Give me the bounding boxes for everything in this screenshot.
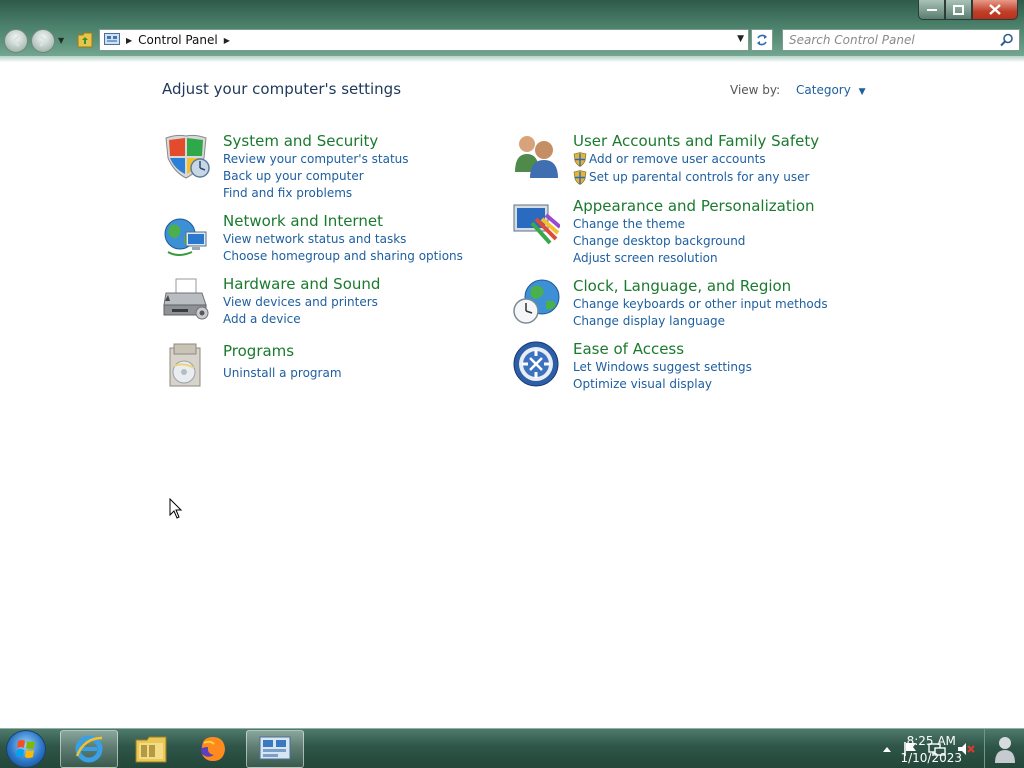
link-label: Add or remove user accounts <box>589 152 766 166</box>
users-icon[interactable] <box>512 132 560 180</box>
search-icon[interactable] <box>1000 33 1014 47</box>
link-review-status[interactable]: Review your computer's status <box>223 152 409 166</box>
category-title[interactable]: Programs <box>223 342 294 360</box>
taskbar-control-panel[interactable] <box>246 730 304 768</box>
internet-explorer-icon <box>75 735 103 763</box>
clock-date: 1/10/2023 <box>900 751 962 765</box>
back-button[interactable] <box>4 29 28 53</box>
restore-icon <box>953 4 964 15</box>
arrow-left-icon <box>11 35 20 47</box>
breadcrumb-separator-icon[interactable]: ▶ <box>126 36 132 45</box>
window-titlebar: ▼ ▶ Control Panel ▶ ▼ <box>0 0 1024 62</box>
page-title: Adjust your computer's settings <box>162 80 402 98</box>
view-by-dropdown[interactable]: Category <box>796 83 851 97</box>
link-optimize-visual[interactable]: Optimize visual display <box>573 377 712 391</box>
link-homegroup[interactable]: Choose homegroup and sharing options <box>223 249 463 263</box>
address-bar[interactable]: ▶ Control Panel ▶ ▼ <box>99 29 749 51</box>
breadcrumb-chevron-icon[interactable]: ▶ <box>224 36 230 45</box>
ease-of-access-icon[interactable] <box>512 340 560 388</box>
uac-shield-icon <box>573 152 587 167</box>
control-panel-icon <box>104 33 120 45</box>
link-screen-resolution[interactable]: Adjust screen resolution <box>573 251 718 265</box>
show-hidden-icons-icon[interactable] <box>882 745 892 753</box>
category-title[interactable]: User Accounts and Family Safety <box>573 132 819 150</box>
start-button[interactable] <box>6 730 46 768</box>
uac-shield-icon <box>573 170 587 185</box>
link-add-device[interactable]: Add a device <box>223 312 301 326</box>
user-avatar-icon <box>994 737 1015 763</box>
view-by-control: View by: Category ▼ <box>730 83 866 97</box>
link-network-status[interactable]: View network status and tasks <box>223 232 406 246</box>
taskbar-firefox[interactable] <box>184 730 242 768</box>
maximize-button[interactable] <box>945 0 972 20</box>
taskbar: 8:25 AM 1/10/2023 <box>0 728 1024 768</box>
refresh-icon <box>757 34 767 46</box>
arrow-right-icon <box>39 35 48 47</box>
link-devices-printers[interactable]: View devices and printers <box>223 295 378 309</box>
firefox-icon <box>201 737 225 761</box>
close-icon <box>989 4 1001 15</box>
search-input[interactable] <box>783 30 993 50</box>
network-icon[interactable] <box>162 212 210 260</box>
refresh-button[interactable] <box>751 29 773 51</box>
user-account-button[interactable] <box>984 729 1024 768</box>
link-label: Set up parental controls for any user <box>589 170 810 184</box>
link-keyboards-input[interactable]: Change keyboards or other input methods <box>573 297 828 311</box>
windows-logo-icon <box>16 740 35 758</box>
up-folder-icon[interactable] <box>77 31 93 48</box>
taskbar-file-explorer[interactable] <box>122 730 180 768</box>
link-display-language[interactable]: Change display language <box>573 314 725 328</box>
programs-icon[interactable] <box>162 342 210 390</box>
control-panel-icon <box>259 736 291 760</box>
mouse-cursor-icon <box>169 498 183 519</box>
taskbar-internet-explorer[interactable] <box>60 730 118 768</box>
category-title[interactable]: Network and Internet <box>223 212 383 230</box>
close-button[interactable] <box>972 0 1018 20</box>
taskbar-clock[interactable]: 8:25 AM 1/10/2023 <box>900 733 962 767</box>
category-title[interactable]: Clock, Language, and Region <box>573 277 791 295</box>
printer-icon[interactable] <box>162 275 210 323</box>
view-by-caret-icon[interactable]: ▼ <box>859 87 866 97</box>
clock-time: 8:25 AM <box>906 734 956 748</box>
search-box[interactable] <box>782 29 1020 51</box>
recent-pages-dropdown[interactable]: ▼ <box>58 36 64 45</box>
appearance-icon[interactable] <box>512 197 560 245</box>
link-find-fix[interactable]: Find and fix problems <box>223 186 352 200</box>
link-parental-controls[interactable]: Set up parental controls for any user <box>573 170 810 185</box>
view-by-label: View by: <box>730 83 781 97</box>
link-add-remove-accounts[interactable]: Add or remove user accounts <box>573 152 766 167</box>
forward-button[interactable] <box>31 29 55 53</box>
address-dropdown-icon[interactable]: ▼ <box>737 34 744 44</box>
link-change-theme[interactable]: Change the theme <box>573 217 685 231</box>
category-title[interactable]: Hardware and Sound <box>223 275 380 293</box>
file-explorer-icon <box>135 736 167 763</box>
shield-icon[interactable] <box>162 132 210 180</box>
window-controls <box>918 0 1018 20</box>
category-title[interactable]: Ease of Access <box>573 340 684 358</box>
minimize-icon <box>926 8 937 11</box>
clock-globe-icon[interactable] <box>512 277 560 325</box>
link-back-up[interactable]: Back up your computer <box>223 169 364 183</box>
link-windows-suggest[interactable]: Let Windows suggest settings <box>573 360 752 374</box>
link-desktop-background[interactable]: Change desktop background <box>573 234 745 248</box>
breadcrumb-control-panel[interactable]: Control Panel <box>138 33 218 47</box>
category-title[interactable]: System and Security <box>223 132 378 150</box>
minimize-button[interactable] <box>918 0 945 20</box>
link-uninstall-program[interactable]: Uninstall a program <box>223 366 342 380</box>
category-title[interactable]: Appearance and Personalization <box>573 197 815 215</box>
